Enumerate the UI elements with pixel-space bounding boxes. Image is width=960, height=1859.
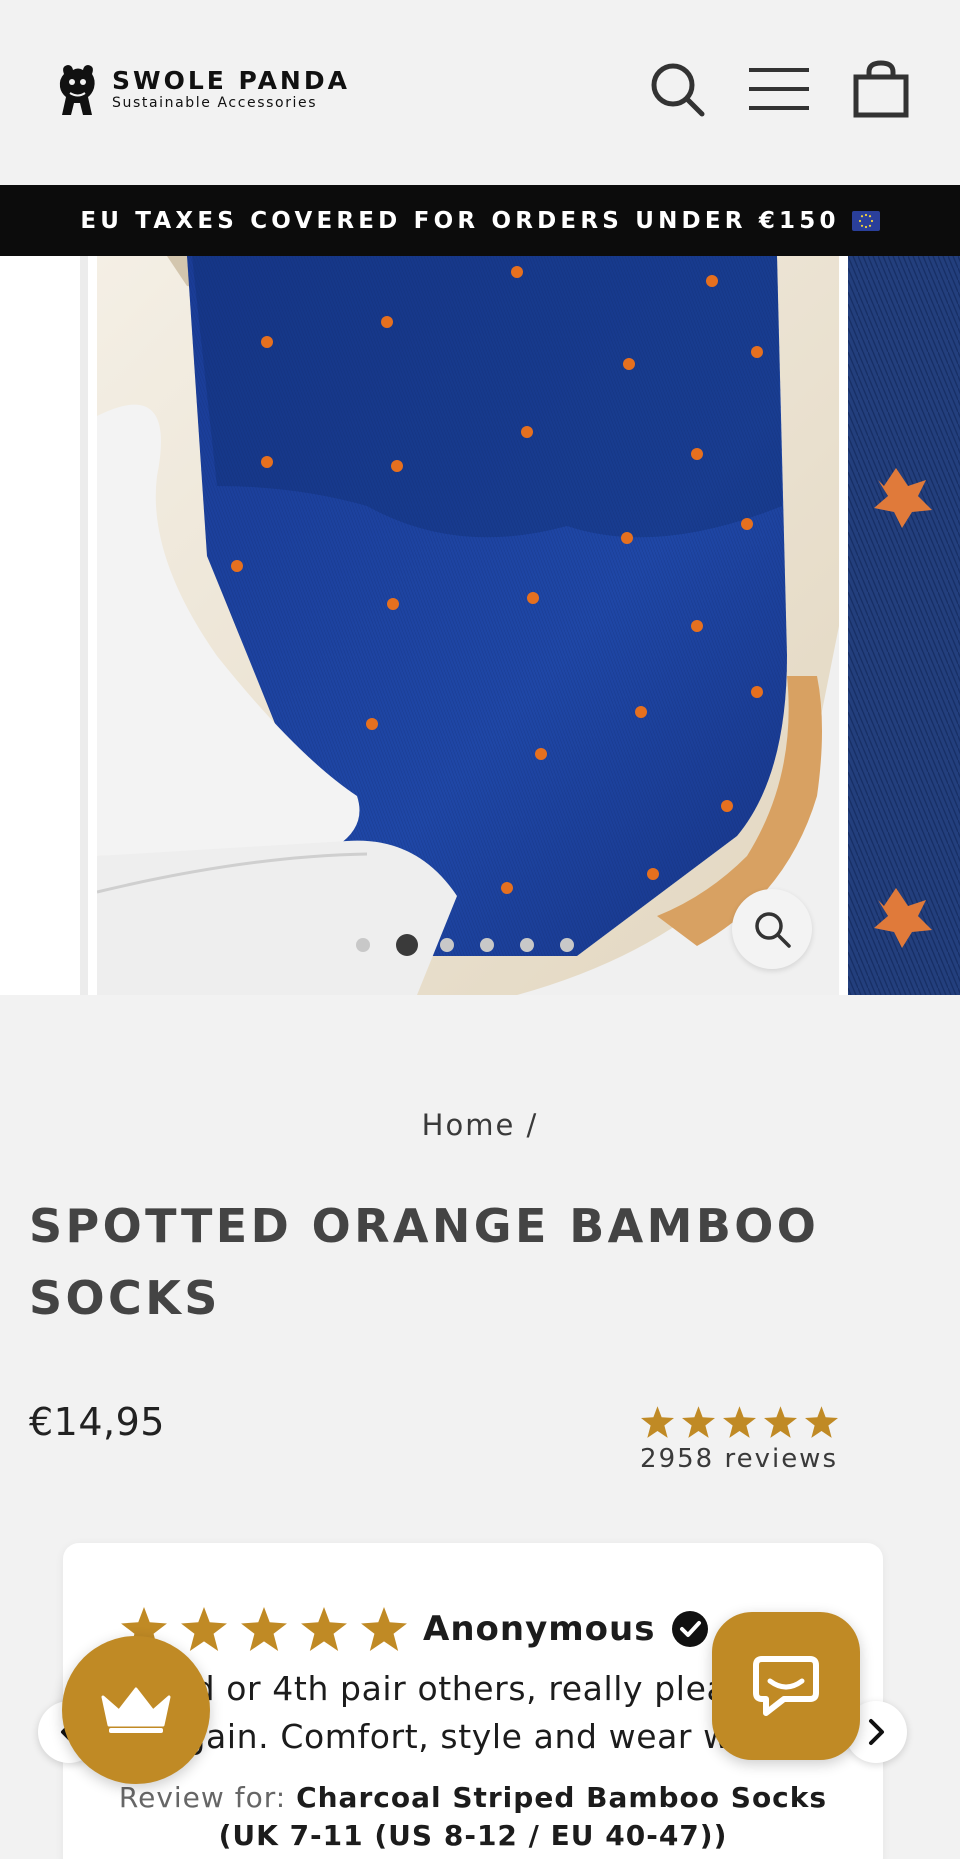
previous-slide-image[interactable] (0, 256, 88, 995)
search-icon (651, 63, 705, 117)
hamburger-menu-icon (749, 68, 809, 110)
verified-check-icon (672, 1611, 709, 1647)
cart-button[interactable] (848, 56, 914, 122)
star-icon (682, 1406, 715, 1438)
product-title: SPOTTED ORANGE BAMBOO SOCKS (29, 1199, 820, 1325)
gallery-dot-1[interactable] (356, 938, 370, 952)
rating-stars (634, 1406, 838, 1438)
zoom-image-button[interactable] (732, 889, 812, 969)
chevron-right-icon (869, 1719, 884, 1745)
panda-logo-icon (59, 65, 95, 115)
rewards-launcher-button[interactable] (62, 1636, 210, 1784)
gallery-dot-3[interactable] (440, 938, 454, 952)
breadcrumb-separator: / (526, 1108, 539, 1142)
product-price: €14,95 (29, 1400, 165, 1444)
reviews-count-link[interactable]: 2958 reviews (634, 1444, 838, 1474)
review-author: Anonymous (423, 1609, 656, 1649)
review-for: Review for: Charcoal Striped Bamboo Sock… (63, 1779, 883, 1855)
gallery-dot-4[interactable] (480, 938, 494, 952)
crown-icon (101, 1687, 171, 1733)
star-icon (301, 1607, 347, 1651)
star-icon (361, 1607, 407, 1651)
brand-tagline: Sustainable Accessories (112, 95, 318, 111)
star-icon (641, 1406, 674, 1438)
eu-flag-icon (851, 210, 880, 231)
zoom-magnifier-icon (755, 912, 791, 948)
shopping-bag-icon (853, 60, 909, 118)
star-icon (764, 1406, 797, 1438)
product-page: SWOLE PANDA Sustainable Accessories EU T… (0, 0, 960, 1859)
product-rating[interactable]: 2958 reviews (634, 1406, 838, 1474)
brand-logo[interactable]: SWOLE PANDA Sustainable Accessories (48, 60, 350, 118)
star-icon (181, 1607, 227, 1651)
review-for-product-variant: (UK 7-11 (US 8-12 / EU 40-47)) (218, 1819, 728, 1852)
sock-closeup-photo (848, 256, 960, 995)
next-slide-image[interactable] (848, 256, 960, 995)
star-icon (241, 1607, 287, 1651)
chat-launcher-button[interactable] (712, 1612, 860, 1760)
brand-name: SWOLE PANDA (112, 66, 350, 95)
announcement-bar[interactable]: EU TAXES COVERED FOR ORDERS UNDER €150 (0, 185, 960, 256)
review-for-label: Review for: (118, 1781, 287, 1814)
announcement-text: EU TAXES COVERED FOR ORDERS UNDER €150 (80, 207, 840, 234)
star-icon (723, 1406, 756, 1438)
product-image-main[interactable] (97, 256, 839, 995)
product-image-gallery[interactable] (0, 256, 960, 995)
gallery-dot-2[interactable] (396, 934, 418, 956)
site-header: SWOLE PANDA Sustainable Accessories (0, 0, 960, 185)
search-button[interactable] (644, 56, 710, 122)
breadcrumb: Home / (0, 1108, 960, 1142)
breadcrumb-home-link[interactable]: Home (422, 1108, 516, 1142)
review-for-product-link[interactable]: Charcoal Striped Bamboo Socks (296, 1781, 827, 1814)
gallery-dot-5[interactable] (520, 938, 534, 952)
star-icon (805, 1406, 838, 1438)
sock-photo (97, 256, 839, 995)
chat-bubble-icon (753, 1656, 819, 1716)
gallery-dot-6[interactable] (560, 938, 574, 952)
menu-button[interactable] (746, 56, 812, 122)
